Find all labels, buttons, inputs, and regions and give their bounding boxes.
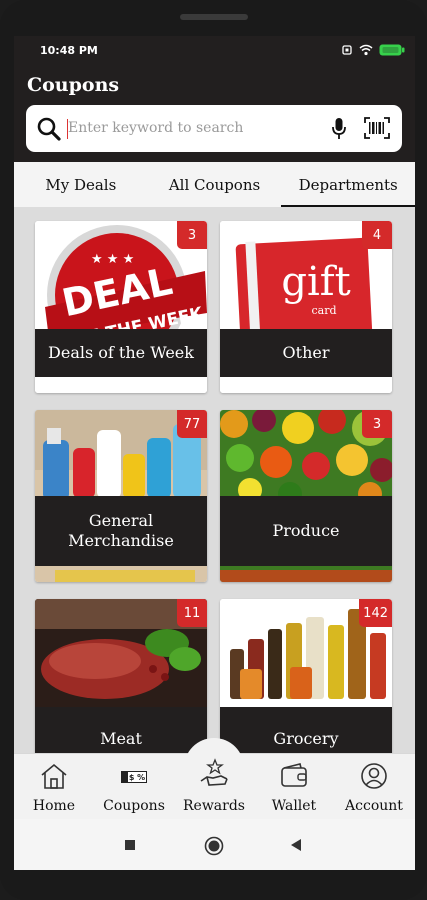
rewards-icon (200, 758, 228, 786)
back-icon[interactable] (290, 838, 302, 852)
department-label: Produce (220, 496, 392, 566)
department-card-deals-of-the-week[interactable]: DEAL OF THE WEEK ★ ★ ★ 3 Deals of the We… (35, 221, 207, 393)
card-image-text: card (311, 304, 336, 317)
department-card-meat[interactable]: 11 Meat (35, 599, 207, 771)
phone-frame: 10:48 PM Coupons Enter keyword to search… (0, 0, 427, 900)
department-card-produce[interactable]: 3 Produce (220, 410, 392, 582)
svg-text:★ ★ ★: ★ ★ ★ (91, 252, 134, 267)
home-button-icon[interactable] (204, 836, 224, 856)
nav-account[interactable]: Account (334, 754, 414, 820)
nav-rewards[interactable]: Rewards (174, 754, 254, 820)
vibrate-icon (342, 45, 352, 55)
page-title: Coupons (27, 74, 120, 96)
tab-bar: My Deals All Coupons Departments (14, 162, 415, 207)
department-label: General Merchandise (35, 496, 207, 566)
nav-wallet[interactable]: Wallet (254, 754, 334, 820)
coupon-count-badge: 142 (359, 599, 392, 627)
nav-label: Home (32, 798, 76, 814)
coupon-count-badge: 4 (362, 221, 392, 249)
tab-my-deals[interactable]: My Deals (14, 162, 148, 207)
department-card-other[interactable]: gift card 4 Other (220, 221, 392, 393)
system-nav-bar (14, 819, 415, 870)
search-input[interactable] (68, 113, 308, 143)
app-bar: 10:48 PM Coupons (14, 36, 415, 162)
search-icon[interactable] (36, 116, 62, 142)
coupon-icon: $ % (121, 771, 147, 783)
department-card-general-merchandise[interactable]: 77 General Merchandise (35, 410, 207, 582)
account-icon (361, 763, 387, 789)
battery-icon (379, 44, 405, 56)
status-icons (341, 43, 405, 57)
gift-image-text: gift (281, 259, 350, 305)
wallet-icon (281, 763, 307, 787)
microphone-icon[interactable] (331, 117, 347, 141)
nav-label: Wallet (271, 798, 317, 814)
status-time: 10:48 PM (40, 44, 98, 57)
bottom-navigation: Home $ % Coupons Rewards Wallet Account (14, 738, 415, 820)
coupon-icon-text: $ % (129, 773, 145, 782)
department-label: Other (220, 329, 392, 377)
nav-coupons[interactable]: $ % Coupons (94, 754, 174, 820)
search-bar (26, 105, 402, 152)
phone-speaker (180, 14, 248, 20)
nav-home[interactable]: Home (14, 754, 94, 820)
coupon-count-badge: 77 (177, 410, 207, 438)
coupon-count-badge: 11 (177, 599, 207, 627)
coupon-count-badge: 3 (362, 410, 392, 438)
tab-all-coupons[interactable]: All Coupons (148, 162, 282, 207)
recent-apps-icon[interactable] (124, 839, 136, 851)
nav-label: Rewards (183, 798, 245, 814)
barcode-scan-icon[interactable] (364, 117, 390, 139)
coupon-count-badge: 3 (177, 221, 207, 249)
tab-departments[interactable]: Departments (281, 162, 415, 207)
wifi-icon (359, 44, 373, 56)
department-card-grocery[interactable]: 142 Grocery (220, 599, 392, 771)
nav-label: Coupons (103, 798, 165, 814)
department-grid: DEAL OF THE WEEK ★ ★ ★ 3 Deals of the We… (14, 207, 415, 771)
home-icon (41, 763, 67, 789)
nav-label: Account (345, 798, 403, 814)
department-label: Deals of the Week (35, 329, 207, 377)
app-screen: 10:48 PM Coupons Enter keyword to search… (14, 36, 415, 870)
